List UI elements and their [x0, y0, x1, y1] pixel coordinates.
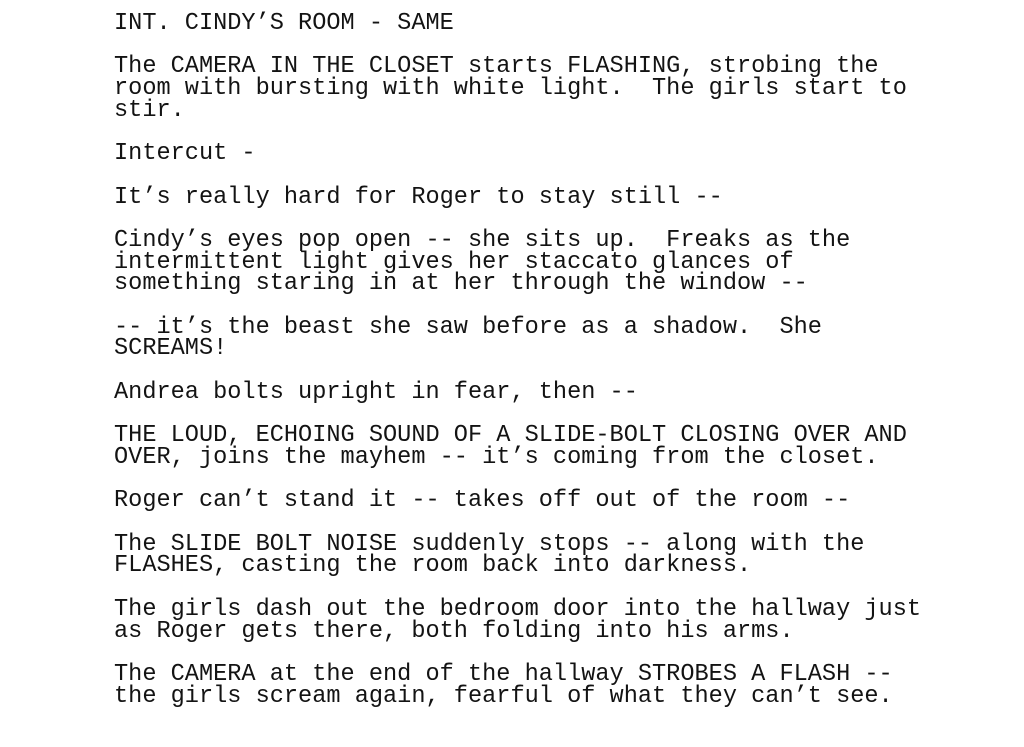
action-slide-bolt-sound: THE LOUD, ECHOING SOUND OF A SLIDE-BOLT …	[114, 422, 907, 471]
action-camera-strobes-flash: The CAMERA at the end of the hallway STR…	[114, 660, 893, 710]
action-roger-takes-off: Roger can’t stand it -- takes off out of…	[114, 487, 851, 515]
action-girls-dash-hallway: The girls dash out the bedroom door into…	[114, 595, 922, 645]
scene-heading: INT. CINDY’S ROOM - SAME	[114, 10, 454, 37]
screenplay-page: INT. CINDY’S ROOM - SAME The CAMERA IN T…	[0, 0, 1024, 747]
script-body: INT. CINDY’S ROOM - SAME The CAMERA IN T…	[114, 10, 994, 710]
action-noise-stops-darkness: The SLIDE BOLT NOISE suddenly stops -- a…	[114, 530, 865, 580]
action-cindy-eyes-pop-open: Cindy’s eyes pop open -- she sits up. Fr…	[114, 226, 851, 298]
action-beast-shadow-screams: -- it’s the beast she saw before as a sh…	[114, 313, 822, 363]
action-andrea-bolts-upright: Andrea bolts upright in fear, then --	[114, 378, 638, 406]
action-intercut: Intercut -	[114, 140, 256, 168]
action-roger-stay-still: It’s really hard for Roger to stay still…	[114, 183, 723, 211]
action-camera-flashing: The CAMERA IN THE CLOSET starts FLASHING…	[114, 53, 907, 124]
